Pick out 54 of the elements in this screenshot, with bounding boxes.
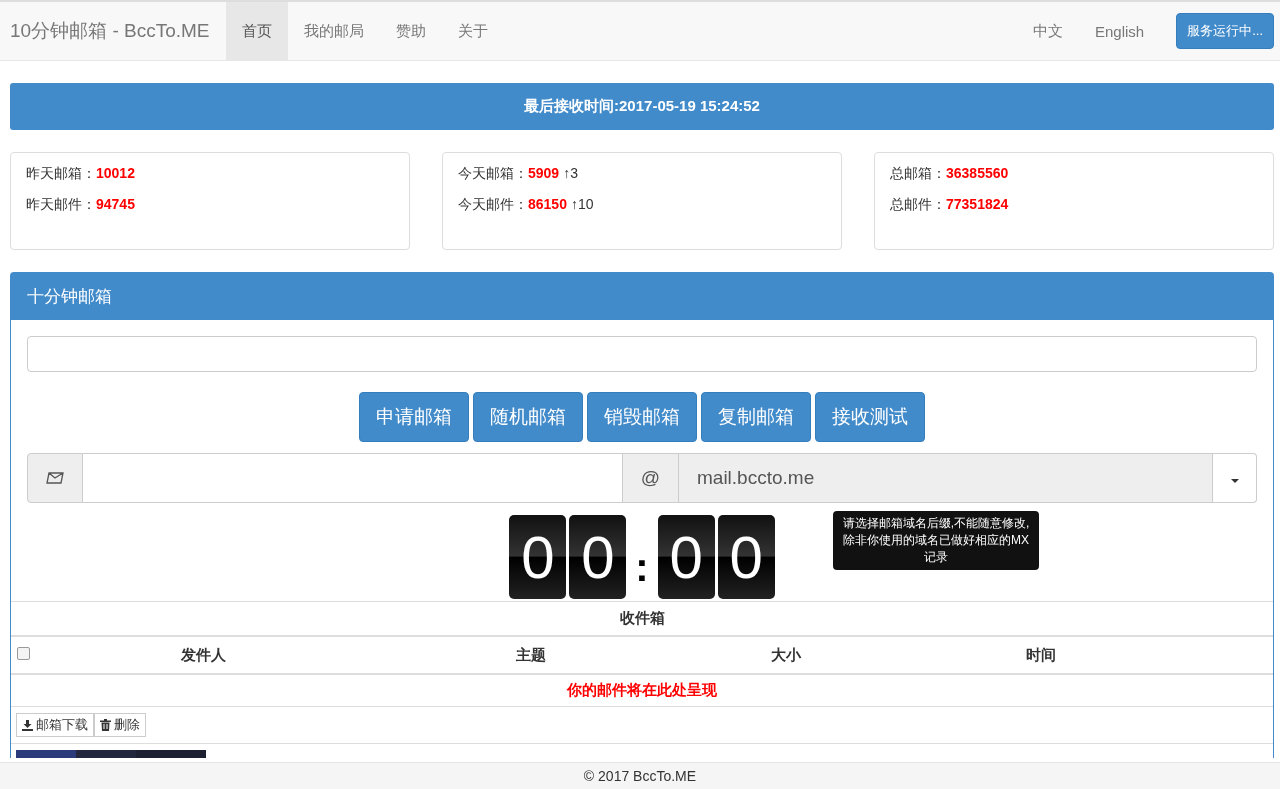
nav-link[interactable]: 首页 <box>225 2 288 60</box>
envelope-icon <box>46 472 64 484</box>
nav-link[interactable]: 我的邮局 <box>287 2 380 60</box>
column-header: 大小 <box>770 645 802 665</box>
stat-value: 36385560 <box>946 165 1009 181</box>
nav-link[interactable]: 赞助 <box>379 2 442 60</box>
timer-digit: 0 <box>569 515 627 599</box>
stat-value: 10012 <box>96 165 135 181</box>
tooltip: 请选择邮箱域名后缀,不能随意修改,除非你使用的域名已做好相应的MX记录 <box>833 511 1039 570</box>
action-button[interactable]: 随机邮箱 <box>473 392 583 442</box>
stat-label: 总邮件： <box>890 196 946 212</box>
site-brand[interactable]: 10分钟邮箱 - BccTo.ME <box>0 2 226 60</box>
column-header: 发件人 <box>179 645 227 665</box>
last-received-banner: 最后接收时间:2017-05-19 15:24:52 <box>10 83 1274 130</box>
panel-title: 十分钟邮箱 <box>27 287 112 306</box>
action-button[interactable]: 复制邮箱 <box>701 392 811 442</box>
select-all-checkbox[interactable] <box>17 647 30 660</box>
timer-digit: 0 <box>657 515 715 599</box>
caret-icon <box>1230 478 1239 483</box>
column-header: 主题 <box>515 645 547 665</box>
stat-value: 5909 <box>528 165 560 181</box>
column-header: 时间 <box>1025 645 1057 665</box>
language-link[interactable]: 中文 <box>1016 2 1079 60</box>
stat-value: 94745 <box>96 196 135 212</box>
stat-delta: ↑10 <box>570 196 594 212</box>
timer-digit: 0 <box>717 515 775 599</box>
stat-value: 77351824 <box>946 196 1009 212</box>
stat-value: 86150 <box>528 196 567 212</box>
stat-label: 昨天邮箱： <box>26 165 96 181</box>
download-icon <box>22 719 33 731</box>
action-button[interactable]: 接收测试 <box>815 392 925 442</box>
nav-link[interactable]: 关于 <box>441 2 504 60</box>
domain-select[interactable]: mail.bccto.me <box>679 453 1213 503</box>
trash-icon <box>100 719 111 731</box>
username-field[interactable] <box>83 453 623 503</box>
inbox-action-button[interactable]: 删除 <box>94 713 146 737</box>
timer-digit: 0 <box>509 515 567 599</box>
empty-message: 你的邮件将在此处呈现 <box>11 675 1273 707</box>
copyright-text: © 2017 BccTo.ME <box>583 768 697 784</box>
inbox-title: 收件箱 <box>11 602 1273 637</box>
stat-delta: ↑3 <box>563 165 578 181</box>
inbox-action-button[interactable]: 邮箱下载 <box>16 713 94 737</box>
action-button[interactable]: 申请邮箱 <box>359 392 469 442</box>
status-button[interactable]: 服务运行中... <box>1176 13 1274 49</box>
input-field[interactable] <box>27 336 1257 372</box>
language-link[interactable]: English <box>1078 2 1161 60</box>
stat-label: 今天邮件： <box>458 196 528 212</box>
stat-label: 总邮箱： <box>890 165 946 181</box>
at-sign: @ <box>623 453 679 503</box>
dropdown-button[interactable] <box>1213 453 1257 503</box>
stat-label: 今天邮箱： <box>458 165 528 181</box>
action-button[interactable]: 销毁邮箱 <box>587 392 697 442</box>
stat-label: 昨天邮件： <box>26 196 96 212</box>
timer-separator: : <box>634 544 650 590</box>
